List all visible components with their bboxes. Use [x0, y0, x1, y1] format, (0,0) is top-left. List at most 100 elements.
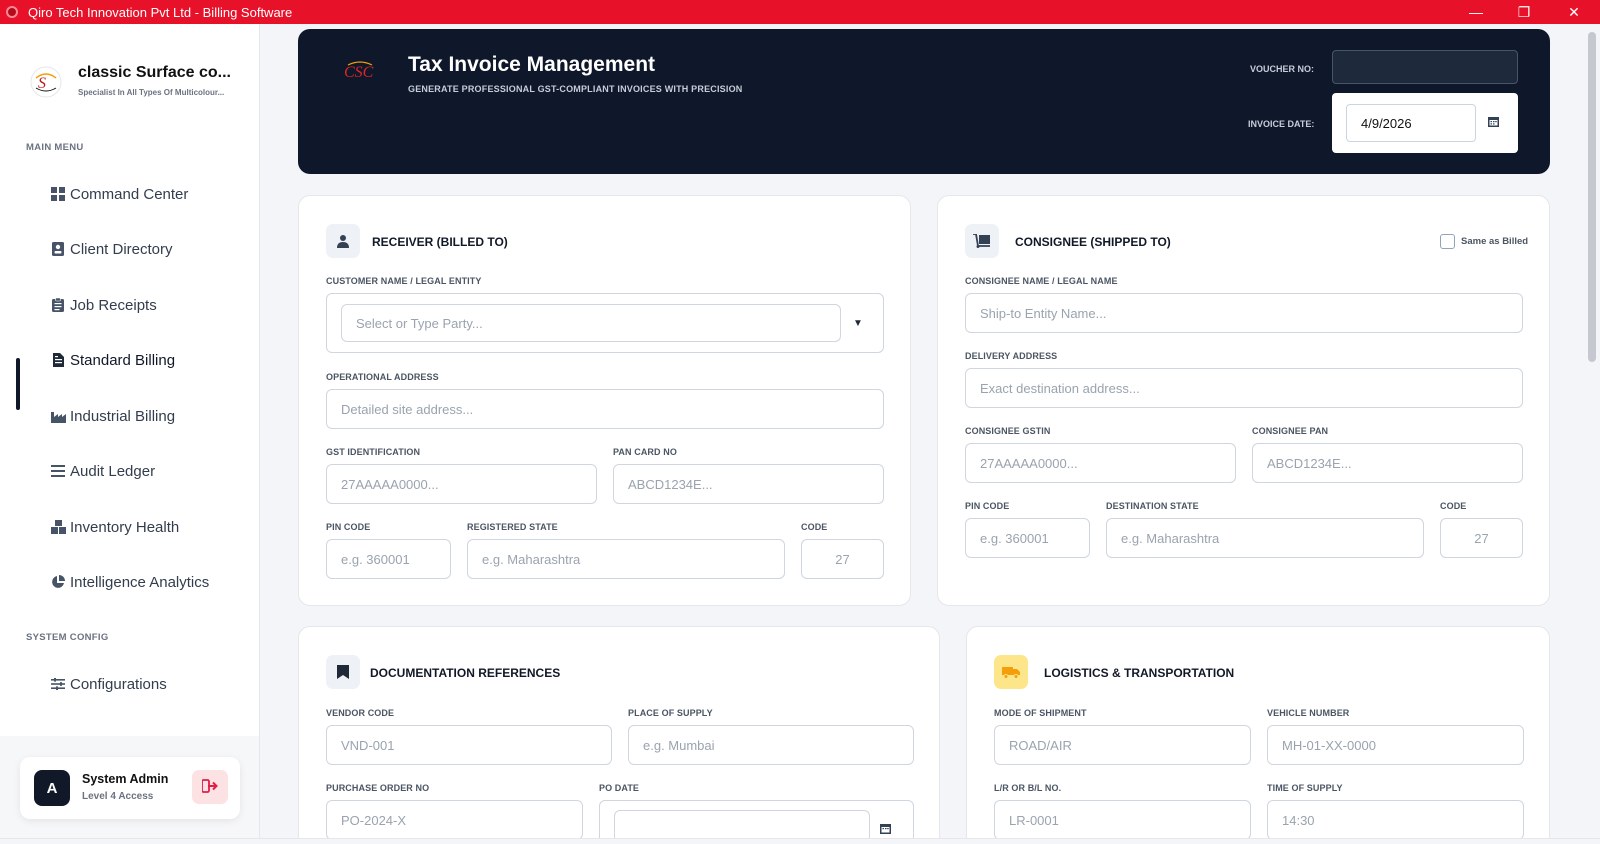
app-icon — [6, 6, 18, 18]
receiver-title: RECEIVER (BILLED TO) — [372, 235, 508, 249]
registered-state-label: REGISTERED STATE — [467, 522, 558, 532]
operational-address-label: OPERATIONAL ADDRESS — [326, 372, 439, 382]
sidebar-item-label: Industrial Billing — [70, 407, 176, 425]
close-button[interactable]: ✕ — [1550, 0, 1598, 24]
documentation-title: DOCUMENTATION REFERENCES — [370, 666, 561, 680]
destination-code-label: CODE — [1440, 501, 1467, 511]
customer-name-input[interactable]: Select or Type Party... — [341, 304, 841, 342]
mode-of-shipment-input[interactable]: ROAD/AIR — [994, 725, 1251, 765]
brand-tagline: Specialist In All Types Of Multicolour..… — [78, 88, 225, 97]
sidebar-item-command-center[interactable]: Command Center — [50, 180, 188, 208]
invoice-date-input[interactable]: 4/9/2026 — [1346, 104, 1476, 142]
purchase-order-input[interactable]: PO-2024-X — [326, 800, 583, 840]
logout-button[interactable] — [192, 770, 228, 804]
time-of-supply-label: TIME OF SUPPLY — [1267, 783, 1343, 793]
destination-code-input[interactable]: 27 — [1440, 518, 1523, 558]
sidebar-item-label: Inventory Health — [70, 518, 180, 536]
same-as-billed-label[interactable]: Same as Billed — [1461, 236, 1528, 247]
vehicle-number-label: VEHICLE NUMBER — [1267, 708, 1350, 718]
time-of-supply-input[interactable]: 14:30 — [1267, 800, 1524, 840]
list-icon — [50, 463, 66, 479]
consignee-card: CONSIGNEE (SHIPPED TO) Same as Billed CO… — [937, 195, 1550, 606]
consignee-name-input[interactable]: Ship-to Entity Name... — [965, 293, 1523, 333]
gst-input[interactable]: 27AAAAA0000... — [326, 464, 597, 504]
sidebar-item-standard-billing[interactable]: Standard Billing — [50, 346, 175, 374]
user-card: A System Admin Level 4 Access — [20, 757, 240, 819]
avatar[interactable]: A — [34, 770, 70, 806]
delivery-address-label: DELIVERY ADDRESS — [965, 351, 1058, 361]
sidebar-item-label: Configurations — [70, 675, 167, 693]
truck-icon — [994, 655, 1028, 689]
pin-code-input[interactable]: e.g. 360001 — [326, 539, 451, 579]
window-titlebar: Qiro Tech Innovation Pvt Ltd - Billing S… — [0, 0, 1600, 24]
bookmark-icon — [326, 655, 360, 689]
sidebar-item-client-directory[interactable]: Client Directory — [50, 235, 173, 263]
pan-label: PAN CARD NO — [613, 447, 677, 457]
logistics-title: LOGISTICS & TRANSPORTATION — [1044, 666, 1235, 680]
state-code-input[interactable]: 27 — [801, 539, 884, 579]
chevron-down-icon[interactable]: ▼ — [853, 318, 863, 329]
pan-input[interactable]: ABCD1234E... — [613, 464, 884, 504]
sliders-icon — [50, 676, 66, 692]
page-scrollbar[interactable] — [1588, 32, 1596, 362]
restore-button[interactable]: ❐ — [1500, 0, 1548, 24]
sidebar-item-intelligence-analytics[interactable]: Intelligence Analytics — [50, 568, 209, 596]
consignee-pan-label: CONSIGNEE PAN — [1252, 426, 1329, 436]
delivery-address-input[interactable]: Exact destination address... — [965, 368, 1523, 408]
purchase-order-label: PURCHASE ORDER NO — [326, 783, 430, 793]
sidebar-item-configurations[interactable]: Configurations — [50, 670, 167, 698]
gst-label: GST IDENTIFICATION — [326, 447, 421, 457]
voucher-input[interactable] — [1332, 50, 1518, 84]
sidebar-item-label: Job Receipts — [70, 296, 157, 314]
place-of-supply-input[interactable]: e.g. Mumbai — [628, 725, 914, 765]
documentation-card: DOCUMENTATION REFERENCES VENDOR CODE VND… — [298, 626, 940, 844]
logout-icon — [201, 778, 218, 796]
sidebar-item-industrial-billing[interactable]: Industrial Billing — [50, 402, 175, 430]
po-date-label: PO DATE — [599, 783, 640, 793]
sidebar-item-label: Audit Ledger — [70, 462, 156, 480]
page-subtitle: GENERATE PROFESSIONAL GST-COMPLIANT INVO… — [408, 84, 743, 94]
invoice-date-container: 4/9/2026 — [1332, 93, 1518, 153]
sidebar-item-audit-ledger[interactable]: Audit Ledger — [50, 457, 155, 485]
operational-address-input[interactable]: Detailed site address... — [326, 389, 884, 429]
logistics-card: LOGISTICS & TRANSPORTATION MODE OF SHIPM… — [966, 626, 1550, 844]
sidebar-item-label: Client Directory — [70, 240, 173, 258]
vehicle-number-input[interactable]: MH-01-XX-0000 — [1267, 725, 1524, 765]
user-icon — [326, 224, 360, 258]
vendor-code-input[interactable]: VND-001 — [326, 725, 612, 765]
brand: S classic Surface co... Specialist In Al… — [28, 64, 231, 100]
calendar-icon[interactable] — [1488, 116, 1499, 130]
system-config-label: SYSTEM CONFIG — [26, 632, 109, 643]
registered-state-input[interactable]: e.g. Maharashtra — [467, 539, 785, 579]
main-menu-label: MAIN MENU — [26, 142, 84, 153]
sidebar-item-job-receipts[interactable]: Job Receipts — [50, 291, 157, 319]
invoice-icon — [50, 352, 66, 368]
page-title: Tax Invoice Management — [408, 53, 656, 76]
minimize-button[interactable]: — — [1452, 0, 1500, 24]
consignee-gstin-input[interactable]: 27AAAAA0000... — [965, 443, 1236, 483]
lr-number-input[interactable]: LR-0001 — [994, 800, 1251, 840]
window-bottom-edge — [0, 838, 1600, 844]
destination-state-input[interactable]: e.g. Maharashtra — [1106, 518, 1424, 558]
vendor-code-label: VENDOR CODE — [326, 708, 395, 718]
svg-text:CSC: CSC — [344, 64, 374, 81]
calendar-icon[interactable] — [880, 823, 891, 837]
receiver-card: RECEIVER (BILLED TO) CUSTOMER NAME / LEG… — [298, 195, 911, 606]
same-as-billed-checkbox[interactable] — [1440, 234, 1455, 249]
consignee-pan-input[interactable]: ABCD1234E... — [1252, 443, 1523, 483]
company-logo-icon: CSC — [342, 55, 378, 91]
shipping-dolly-icon — [965, 224, 999, 258]
user-name: System Admin — [82, 772, 169, 786]
user-role: Level 4 Access — [82, 791, 154, 802]
consignee-pin-label: PIN CODE — [965, 501, 1010, 511]
sidebar-item-inventory-health[interactable]: Inventory Health — [50, 513, 179, 541]
customer-name-label: CUSTOMER NAME / LEGAL ENTITY — [326, 276, 482, 286]
sidebar-item-label: Standard Billing — [70, 351, 176, 369]
invoice-header: CSC Tax Invoice Management GENERATE PROF… — [298, 29, 1550, 174]
consignee-pin-input[interactable]: e.g. 360001 — [965, 518, 1090, 558]
pie-chart-icon — [50, 574, 66, 590]
voucher-label: VOUCHER NO: — [1250, 64, 1315, 74]
sidebar: S classic Surface co... Specialist In Al… — [0, 24, 260, 844]
contact-card-icon — [50, 241, 66, 257]
place-of-supply-label: PLACE OF SUPPLY — [628, 708, 713, 718]
